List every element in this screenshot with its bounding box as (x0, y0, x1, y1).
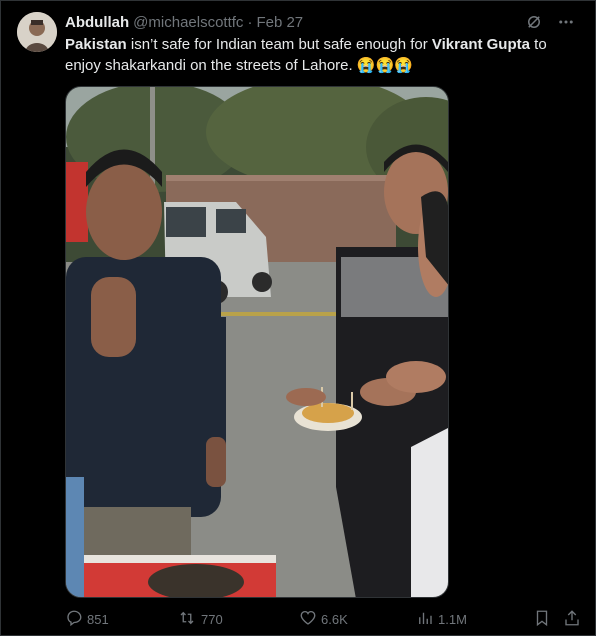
share-icon (563, 609, 585, 630)
like-icon (299, 609, 321, 630)
views-count: 1.1M (438, 611, 467, 627)
tweet-text: Pakistan isn’t safe for Indian team but … (65, 34, 581, 76)
bookmark-button[interactable] (533, 607, 555, 631)
mention-pakistan: Pakistan (65, 36, 127, 53)
more-icon[interactable] (557, 13, 575, 31)
mention-vikrant-gupta: Vikrant Gupta (431, 36, 530, 53)
repost-count: 770 (201, 611, 223, 627)
reply-button[interactable]: 851 (65, 607, 109, 631)
reply-icon (65, 609, 87, 630)
share-button[interactable] (563, 607, 585, 631)
views-icon (416, 609, 438, 630)
author-handle[interactable]: @michaelscottfc (133, 14, 243, 31)
like-button[interactable]: 6.6K (299, 607, 348, 631)
reply-count: 851 (87, 611, 109, 627)
tweet-actions: 851 770 6.6K 1.1M (65, 607, 583, 631)
grok-icon[interactable] (525, 13, 543, 31)
avatar[interactable] (17, 12, 57, 52)
crying-emojis: 😭😭😭 (356, 57, 413, 74)
author-name[interactable]: Abdullah (65, 14, 129, 31)
repost-icon (177, 609, 201, 630)
tweet-card[interactable]: Abdullah @michaelscottfc · Feb 27 Pakist… (0, 0, 596, 636)
tweet-header: Abdullah @michaelscottfc · Feb 27 (65, 12, 575, 32)
tweet-media-photo[interactable] (65, 86, 449, 598)
repost-button[interactable]: 770 (177, 607, 223, 631)
separator-dot: · (247, 13, 253, 31)
views-button[interactable]: 1.1M (416, 607, 467, 631)
tweet-date[interactable]: Feb 27 (256, 14, 303, 31)
like-count: 6.6K (321, 611, 348, 627)
header-icons (525, 12, 575, 32)
bookmark-icon (533, 609, 555, 630)
tweet-text-part-1: isn’t safe for Indian team but safe enou… (126, 36, 432, 53)
